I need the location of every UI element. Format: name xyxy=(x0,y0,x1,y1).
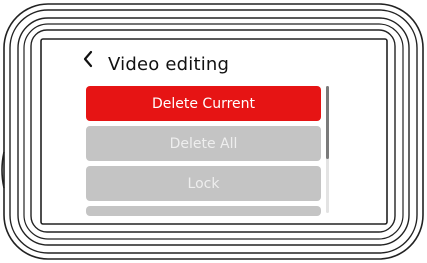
camera-device-frame: Video editing Delete Current Delete All … xyxy=(0,0,427,263)
menu-item-lock[interactable]: Lock xyxy=(86,166,321,201)
scrollbar[interactable] xyxy=(326,86,329,213)
scrollbar-thumb[interactable] xyxy=(326,86,329,159)
menu-item-next-partial[interactable] xyxy=(86,206,321,216)
header: Video editing xyxy=(82,50,229,78)
menu-item-delete-all[interactable]: Delete All xyxy=(86,126,321,161)
menu-list: Delete Current Delete All Lock xyxy=(86,86,321,221)
screen: Video editing Delete Current Delete All … xyxy=(42,40,386,223)
menu-item-label: Lock xyxy=(187,175,220,192)
menu-item-label: Delete All xyxy=(169,135,238,152)
back-button[interactable] xyxy=(82,50,104,76)
chevron-left-icon xyxy=(83,50,93,68)
menu-item-delete-current[interactable]: Delete Current xyxy=(86,86,321,121)
menu-item-label: Delete Current xyxy=(151,95,256,112)
page-title: Video editing xyxy=(108,53,230,75)
